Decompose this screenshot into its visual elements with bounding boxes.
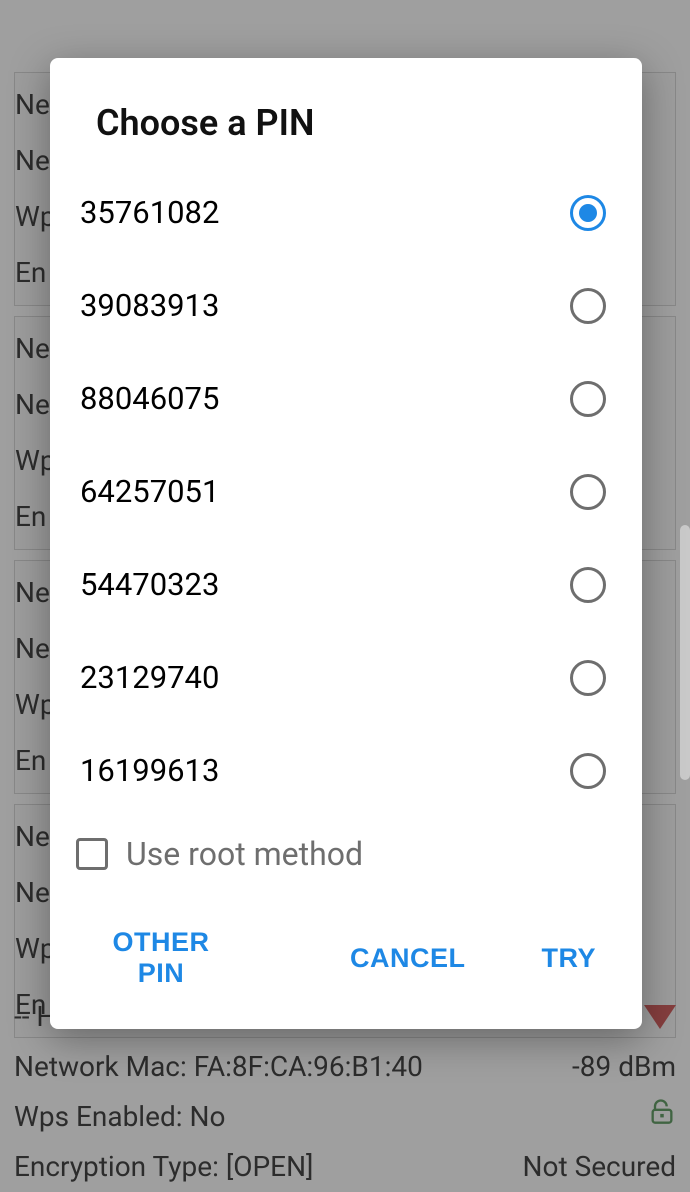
- pin-option-label: 35761082: [80, 194, 219, 231]
- pin-option[interactable]: 54470323: [80, 538, 612, 631]
- pin-option-radio[interactable]: [570, 195, 606, 231]
- pin-option-label: 23129740: [80, 659, 219, 696]
- dialog-actions: OTHER PIN CANCEL TRY: [50, 891, 642, 1021]
- pin-option-radio[interactable]: [570, 288, 606, 324]
- pin-option[interactable]: 35761082: [80, 166, 612, 259]
- pin-option-label: 39083913: [80, 287, 219, 324]
- pin-option-label: 54470323: [80, 566, 219, 603]
- pin-option-label: 16199613: [80, 752, 219, 789]
- dialog-title: Choose a PIN: [50, 58, 642, 166]
- use-root-method-label: Use root method: [126, 835, 363, 873]
- cancel-button[interactable]: CANCEL: [340, 935, 476, 982]
- pin-option[interactable]: 64257051: [80, 445, 612, 538]
- use-root-method-row[interactable]: Use root method: [50, 817, 642, 891]
- pin-option-label: 64257051: [80, 473, 219, 510]
- pin-option[interactable]: 16199613: [80, 724, 612, 817]
- use-root-method-checkbox[interactable]: [76, 838, 108, 870]
- pin-option-radio[interactable]: [570, 474, 606, 510]
- pin-option-list: 35761082 39083913 88046075 64257051 54470323…: [50, 166, 642, 817]
- pin-option-radio[interactable]: [570, 567, 606, 603]
- pin-option[interactable]: 88046075: [80, 352, 612, 445]
- pin-option[interactable]: 23129740: [80, 631, 612, 724]
- try-button[interactable]: TRY: [532, 935, 607, 982]
- pin-option-radio[interactable]: [570, 753, 606, 789]
- pin-option-radio[interactable]: [570, 381, 606, 417]
- scrollbar-thumb[interactable]: [680, 525, 690, 780]
- other-pin-button[interactable]: OTHER PIN: [94, 919, 228, 997]
- pin-option-label: 88046075: [80, 380, 219, 417]
- choose-pin-dialog: Choose a PIN 35761082 39083913 88046075 642…: [50, 58, 642, 1029]
- pin-option-radio[interactable]: [570, 660, 606, 696]
- pin-option[interactable]: 39083913: [80, 259, 612, 352]
